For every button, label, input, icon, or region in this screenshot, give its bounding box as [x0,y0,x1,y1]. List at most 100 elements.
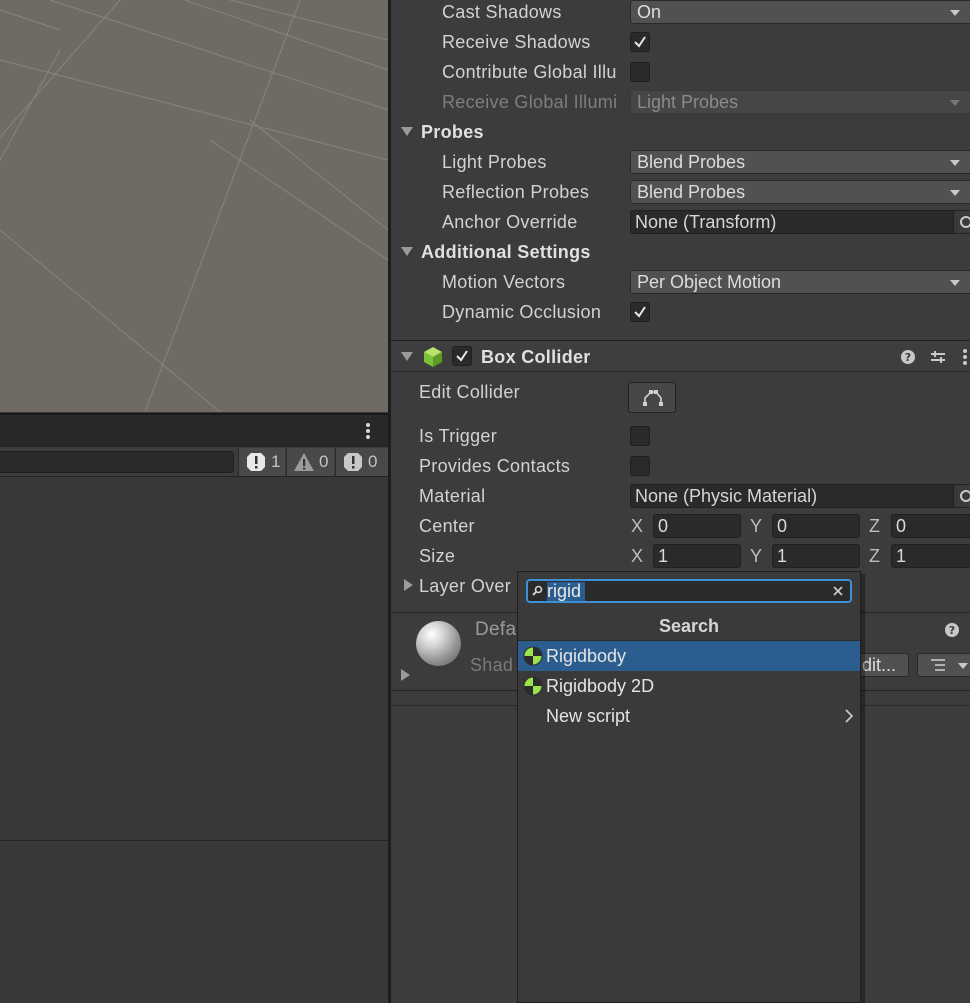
rigidbody-icon [523,646,543,666]
more-options-icon[interactable] [358,421,378,441]
svg-text:?: ? [949,624,955,637]
popup-title: Search [658,616,720,636]
receive-shadows-row: Receive Shadows [391,27,970,57]
material-name: Defa [475,619,517,640]
is-trigger-row: Is Trigger [391,421,970,451]
warning-icon [294,453,314,471]
center-x-field[interactable]: 0 [653,514,741,538]
material-sphere-preview [416,621,461,666]
info-icon [344,453,362,471]
object-picker-icon[interactable] [953,211,970,233]
scene-grid [0,0,388,412]
component-item-rigidbody-2d[interactable]: Rigidbody 2D [518,671,860,701]
probes-foldout[interactable]: Probes [391,117,970,147]
svg-text:?: ? [905,351,911,364]
list-icon [931,659,945,671]
rigidbody-icon [523,676,543,696]
size-z-field[interactable]: 1 [891,544,970,568]
console-panel: 1 0 0 [0,413,388,1003]
console-divider [0,840,388,841]
reflection-probes-dropdown[interactable]: Blend Probes [630,180,970,204]
reflection-probes-label: Reflection Probes [442,182,590,202]
is-trigger-checkbox[interactable] [630,426,650,446]
shader-label: Shad [470,655,514,675]
message-count: 0 [368,452,378,471]
receive-gi-label: Receive Global Illumi [442,92,618,112]
clear-search-icon[interactable] [830,583,846,599]
receive-gi-dropdown: Light Probes [630,90,970,114]
center-y-label: Y [750,516,763,536]
size-z-label: Z [869,546,880,566]
foldout-arrow-icon [401,127,413,136]
receive-shadows-checkbox[interactable] [630,32,650,52]
more-options-icon[interactable] [961,348,969,366]
help-icon[interactable]: ? [900,349,916,365]
console-tab-bar [0,415,388,447]
warning-count-toggle[interactable]: 0 [286,448,334,476]
box-collider-header[interactable]: Box Collider ? [391,340,970,372]
contribute-gi-label: Contribute Global Illu [442,62,617,82]
material-row: Material None (Physic Material) [391,481,970,511]
center-y-field[interactable]: 0 [772,514,860,538]
box-collider-title: Box Collider [481,347,591,367]
object-picker-icon[interactable] [953,485,970,507]
cast-shadows-row: Cast Shadows On [391,0,970,27]
box-collider-enabled-checkbox[interactable] [452,346,472,366]
contribute-gi-row: Contribute Global Illu [391,57,970,87]
edit-collider-label: Edit Collider [419,382,520,402]
center-z-field[interactable]: 0 [891,514,970,538]
message-count-toggle[interactable]: 0 [335,448,388,476]
contribute-gi-checkbox[interactable] [630,62,650,82]
search-icon [532,585,543,596]
provides-contacts-checkbox[interactable] [630,456,650,476]
error-count: 1 [271,452,281,471]
foldout-arrow-icon[interactable] [401,352,413,361]
additional-settings-foldout[interactable]: Additional Settings [391,237,970,267]
error-count-toggle[interactable]: 1 [238,448,285,476]
size-row: Size X 1 Y 1 Z 1 [391,541,970,571]
checkmark-icon [634,36,646,48]
anchor-override-row: Anchor Override None (Transform) [391,207,970,237]
light-probes-row: Light Probes Blend Probes [391,147,970,177]
size-label: Size [419,546,456,566]
anchor-override-field[interactable]: None (Transform) [630,210,970,234]
receive-shadows-label: Receive Shadows [442,32,591,52]
is-trigger-label: Is Trigger [419,426,498,446]
material-label: Material [419,486,486,506]
add-component-popup: rigid Search Rigidbody Rigidbody 2D New … [517,571,861,1003]
foldout-arrow-icon[interactable] [401,669,410,681]
checkmark-icon [456,350,468,362]
chevron-right-icon [845,709,854,723]
center-label: Center [419,516,475,536]
probes-header: Probes [421,122,484,142]
size-x-field[interactable]: 1 [653,544,741,568]
light-probes-label: Light Probes [442,152,547,172]
center-x-label: X [631,516,644,536]
component-item-rigidbody[interactable]: Rigidbody [518,641,860,671]
motion-vectors-row: Motion Vectors Per Object Motion [391,267,970,297]
center-z-label: Z [869,516,880,536]
foldout-arrow-icon [404,579,413,591]
edit-collider-icon [643,390,663,406]
presets-icon[interactable] [930,349,946,365]
help-icon[interactable]: ? [944,622,960,638]
material-field[interactable]: None (Physic Material) [630,484,970,508]
receive-gi-row: Receive Global Illumi Light Probes [391,87,970,117]
cast-shadows-label: Cast Shadows [442,2,562,22]
provides-contacts-row: Provides Contacts [391,451,970,481]
component-item-new-script[interactable]: New script [518,701,860,731]
chevron-down-icon [950,190,960,196]
console-search-input[interactable] [0,451,234,473]
size-y-label: Y [750,546,763,566]
motion-vectors-dropdown[interactable]: Per Object Motion [630,270,970,294]
size-y-field[interactable]: 1 [772,544,860,568]
light-probes-dropdown[interactable]: Blend Probes [630,150,970,174]
dynamic-occlusion-checkbox[interactable] [630,302,650,322]
scene-view[interactable] [0,0,388,412]
shader-menu-dropdown[interactable] [917,653,970,677]
component-search-input[interactable]: rigid [526,579,852,603]
console-toolbar: 1 0 0 [0,447,388,477]
cast-shadows-dropdown[interactable]: On [630,0,970,24]
dynamic-occlusion-row: Dynamic Occlusion [391,297,970,327]
edit-collider-button[interactable] [628,382,676,413]
